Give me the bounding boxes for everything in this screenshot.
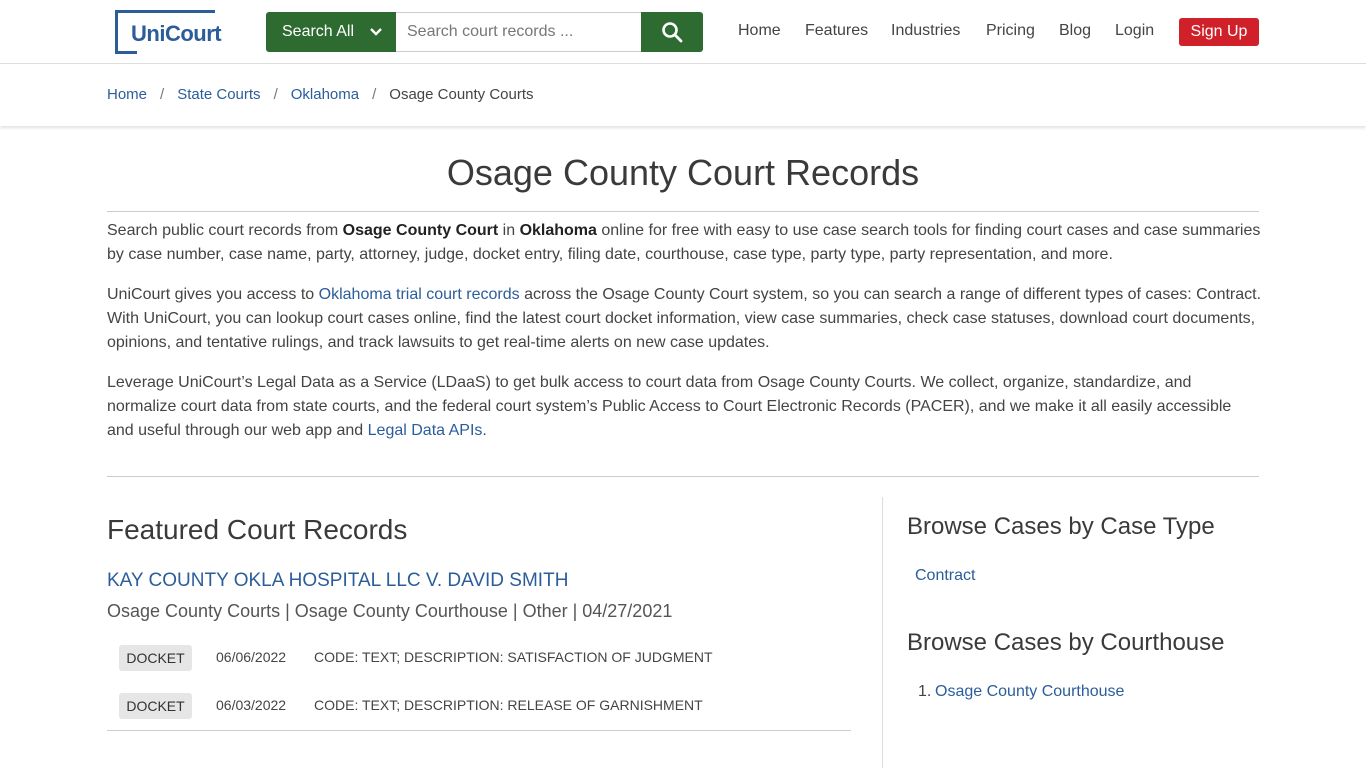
list-number: 1. (918, 683, 932, 700)
breadcrumb-separator: / (372, 86, 377, 103)
legal-data-apis-link[interactable]: Legal Data APIs (368, 422, 483, 439)
oklahoma-trial-records-link[interactable]: Oklahoma trial court records (319, 286, 520, 303)
nav-blog[interactable]: Blog (1059, 22, 1091, 40)
case-type-contract-link[interactable]: Contract (915, 567, 975, 585)
docket-description: CODE: TEXT; DESCRIPTION: RELEASE OF GARN… (314, 697, 703, 713)
docket-entry: DOCKET 06/06/2022 CODE: TEXT; DESCRIPTIO… (119, 645, 839, 671)
breadcrumb-state-courts[interactable]: State Courts (177, 86, 260, 103)
text: Leverage UniCourt’s Legal Data as a Serv… (107, 374, 1232, 439)
unicourt-logo[interactable]: UniCourt (115, 10, 222, 54)
state-name: Oklahoma (519, 222, 597, 239)
docket-date: 06/06/2022 (216, 649, 287, 665)
search-all-label: Search All (282, 23, 355, 40)
docket-entry: DOCKET 06/03/2022 CODE: TEXT; DESCRIPTIO… (119, 693, 839, 719)
divider (107, 476, 1259, 477)
page-title: Osage County Court Records (446, 152, 920, 193)
search-all-dropdown[interactable]: Search All (266, 12, 397, 52)
breadcrumb-home[interactable]: Home (107, 86, 147, 103)
logo-text: UniCourt (131, 21, 222, 46)
docket-date: 06/03/2022 (216, 697, 287, 713)
chevron-down-icon (370, 28, 382, 36)
breadcrumb-current: Osage County Courts (389, 86, 534, 103)
search-input[interactable] (396, 12, 642, 52)
divider (107, 730, 851, 731)
intro-paragraph-2: UniCourt gives you access to Oklahoma tr… (107, 283, 1262, 355)
search-button[interactable] (641, 12, 703, 52)
logo-bracket (115, 51, 137, 54)
docket-badge: DOCKET (119, 693, 192, 719)
text: in (498, 222, 520, 239)
nav-home[interactable]: Home (738, 22, 781, 40)
courthouse-heading: Browse Cases by Courthouse (907, 629, 1225, 656)
case-meta: Osage County Courts | Osage County Court… (107, 601, 673, 621)
sign-up-button[interactable]: Sign Up (1179, 18, 1259, 46)
intro-paragraph-1: Search public court records from Osage C… (107, 219, 1262, 267)
breadcrumb-oklahoma[interactable]: Oklahoma (291, 86, 359, 103)
docket-badge: DOCKET (119, 645, 192, 671)
court-name: Osage County Court (342, 222, 499, 239)
case-title-link[interactable]: KAY COUNTY OKLA HOSPITAL LLC V. DAVID SM… (107, 570, 568, 592)
text: UniCourt gives you access to (107, 286, 319, 303)
featured-heading: Featured Court Records (107, 514, 408, 545)
breadcrumb-separator: / (273, 86, 278, 103)
text: Search public court records from (107, 222, 343, 239)
divider (107, 211, 1259, 212)
breadcrumb: Home / State Courts / Oklahoma / Osage C… (107, 86, 534, 103)
nav-pricing[interactable]: Pricing (986, 22, 1035, 40)
case-type-heading: Browse Cases by Case Type (907, 513, 1215, 540)
intro-paragraph-3: Leverage UniCourt’s Legal Data as a Serv… (107, 371, 1262, 443)
nav-features[interactable]: Features (805, 22, 868, 40)
docket-description: CODE: TEXT; DESCRIPTION: SATISFACTION OF… (314, 649, 713, 665)
courthouse-link[interactable]: Osage County Courthouse (935, 683, 1124, 701)
nav-industries[interactable]: Industries (891, 22, 960, 40)
column-divider (882, 497, 883, 768)
search-icon (662, 22, 683, 43)
nav-login[interactable]: Login (1115, 22, 1154, 40)
breadcrumb-separator: / (160, 86, 165, 103)
text: . (482, 422, 487, 439)
